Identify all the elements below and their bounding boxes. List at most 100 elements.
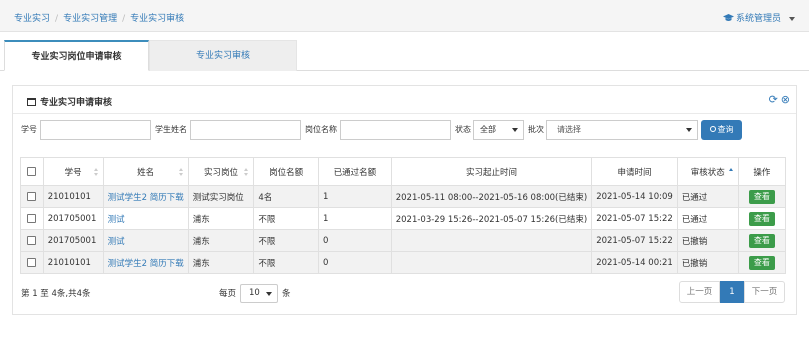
sort-ascending-icon: [728, 168, 734, 177]
cell-position: 浦东: [187, 207, 255, 230]
row-select-cell: [20, 251, 44, 274]
cell-status: 已撤销: [676, 229, 739, 252]
table-info: 第 1 至 4条,共4条: [21, 289, 91, 299]
next-page-button[interactable]: 下一页: [744, 281, 785, 303]
sort-icon: [93, 168, 99, 177]
briefcase-icon: [27, 98, 36, 106]
table-row: 21010101 测试学生2 简历下载 测试实习岗位 4名 1 2021-05-…: [20, 185, 787, 208]
batch-label: 批次: [528, 125, 544, 134]
cell-applied: 2021-05-14 10:09: [591, 185, 678, 208]
col-header-label: 申请时间: [617, 167, 652, 178]
cell-passed: 1: [318, 207, 392, 230]
cell-applied: 2021-05-14 00:21: [591, 251, 678, 274]
top-bar: 专业实习 / 专业实习管理 / 专业实习审核 系统管理员: [0, 0, 809, 32]
col-header-passed: 已通过名额: [318, 157, 392, 186]
search-icon: [709, 126, 716, 132]
resume-download-link[interactable]: 简历下载: [150, 259, 184, 269]
col-header-label: 姓名: [137, 167, 155, 178]
cell-action: 查看: [737, 229, 787, 252]
page-size-unit: 条: [282, 289, 291, 299]
cell-action: 查看: [737, 185, 787, 208]
col-header-student-no[interactable]: 学号: [42, 157, 104, 186]
tab-practice-review[interactable]: 专业实习审核: [149, 40, 297, 71]
row-checkbox[interactable]: [27, 257, 37, 267]
user-menu[interactable]: 系统管理员: [722, 11, 795, 24]
cell-period: 2021-03-29 15:26--2021-05-07 15:26(已结束): [390, 207, 593, 230]
row-select-cell: [20, 207, 44, 230]
cell-student-no: 21010101: [42, 185, 104, 208]
table-header-row: 学号 姓名 实习岗位 岗位名额 已通过名额 实习起止时间 申请时间 审核状态 操…: [20, 157, 787, 186]
cell-action: 查看: [737, 251, 787, 274]
col-header-quota: 岗位名额: [253, 157, 320, 186]
cell-action: 查看: [737, 207, 787, 230]
table-row: 201705001 测试 浦东 不限 0 2021-05-07 15:22 已撤…: [20, 229, 787, 252]
col-header-name[interactable]: 姓名: [102, 157, 189, 186]
col-header-status[interactable]: 审核状态: [676, 157, 739, 186]
page-size-control: 每页 10 条: [219, 284, 291, 303]
student-name-link[interactable]: 测试学生2: [108, 259, 147, 269]
cell-status: 已通过: [676, 185, 739, 208]
query-button[interactable]: 查询: [701, 120, 742, 140]
cell-position: 测试实习岗位: [187, 185, 255, 208]
cell-quota: 不限: [253, 207, 320, 230]
student-no-input[interactable]: [40, 120, 151, 140]
cell-applied: 2021-05-07 15:22: [591, 207, 678, 230]
panel-title: 专业实习申请审核: [27, 95, 112, 108]
tab-position-application-review[interactable]: 专业实习岗位申请审核: [4, 40, 149, 71]
chevron-down-icon: [512, 128, 518, 132]
resume-download-link[interactable]: 简历下载: [150, 193, 184, 203]
view-button[interactable]: 查看: [748, 189, 775, 204]
col-header-label: 实习起止时间: [465, 167, 517, 178]
cell-period: [390, 229, 593, 252]
filter-bar: 学号 学生姓名 岗位名称 状态 全部 批次 请选择 查询: [13, 120, 796, 140]
select-all-checkbox[interactable]: [27, 166, 37, 176]
position-name-input[interactable]: [340, 120, 451, 140]
panel-header: 专业实习申请审核 ⟳ ⊗: [13, 86, 796, 114]
chevron-down-icon: [686, 128, 692, 132]
batch-select[interactable]: 请选择: [546, 120, 698, 140]
close-circle-icon[interactable]: ⊗: [781, 93, 790, 106]
cell-period: 2021-05-11 08:00--2021-05-16 08:00(已结束): [390, 185, 593, 208]
page-size-select[interactable]: 10: [240, 284, 279, 303]
col-header-position[interactable]: 实习岗位: [187, 157, 255, 186]
cell-status: 已通过: [676, 207, 739, 230]
student-name-link[interactable]: 测试: [108, 237, 125, 247]
cell-student-no: 21010101: [42, 251, 104, 274]
col-header-label: 实习岗位: [204, 167, 239, 178]
view-button[interactable]: 查看: [748, 255, 775, 270]
cell-name: 测试: [102, 207, 189, 230]
row-checkbox[interactable]: [27, 235, 37, 245]
chevron-down-icon: [266, 292, 273, 296]
col-header-label: 操作: [753, 167, 771, 178]
status-select[interactable]: 全部: [473, 120, 524, 140]
page-1-button[interactable]: 1: [720, 281, 744, 303]
view-button[interactable]: 查看: [748, 233, 775, 248]
cell-name: 测试学生2 简历下载: [102, 185, 189, 208]
cell-quota: 不限: [253, 251, 320, 274]
student-name-link[interactable]: 测试学生2: [108, 193, 147, 203]
col-header-applied: 申请时间: [591, 157, 678, 186]
row-checkbox[interactable]: [27, 213, 37, 223]
query-button-label: 查询: [717, 125, 734, 134]
col-header-action: 操作: [737, 157, 787, 186]
refresh-icon[interactable]: ⟳: [769, 93, 778, 106]
cell-applied: 2021-05-07 15:22: [591, 229, 678, 252]
sort-icon: [244, 168, 249, 177]
page-size-value: 10: [249, 288, 260, 298]
cell-passed: 0: [318, 251, 392, 274]
graduation-cap-icon: [722, 14, 734, 21]
view-button[interactable]: 查看: [748, 211, 775, 226]
cell-passed: 0: [318, 229, 392, 252]
breadcrumb-item-practice-management[interactable]: 专业实习管理: [63, 14, 117, 24]
student-name-link[interactable]: 测试: [108, 215, 125, 225]
chevron-down-icon: [789, 16, 795, 21]
breadcrumb-separator: /: [122, 14, 126, 24]
row-checkbox[interactable]: [27, 191, 37, 201]
prev-page-button[interactable]: 上一页: [679, 281, 720, 303]
cell-quota: 不限: [253, 229, 320, 252]
status-label: 状态: [455, 125, 471, 134]
breadcrumb-item-practice[interactable]: 专业实习: [14, 14, 50, 24]
cell-student-no: 201705001: [42, 207, 104, 230]
panel-title-text: 专业实习申请审核: [40, 98, 113, 108]
student-name-input[interactable]: [190, 120, 301, 140]
